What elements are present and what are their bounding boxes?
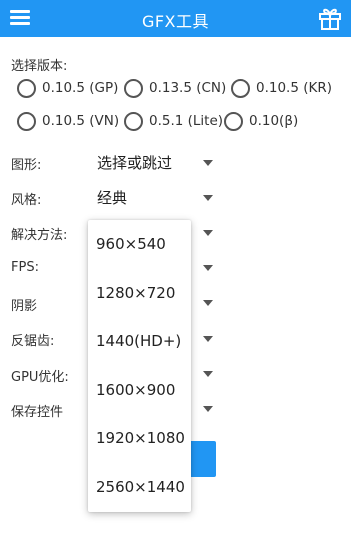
radio-label: 0.5.1 (Lite) bbox=[149, 113, 224, 129]
resolution-option[interactable]: 1280×720 bbox=[96, 284, 175, 302]
style-select[interactable]: 经典 bbox=[97, 187, 127, 208]
gpu-label: GPU优化: bbox=[11, 370, 69, 385]
radio-label: 0.10.5 (VN) bbox=[42, 113, 120, 129]
version-radio-cn[interactable]: 0.13.5 (CN) bbox=[124, 77, 226, 99]
radio-label: 0.10.5 (KR) bbox=[256, 80, 332, 96]
version-radio-gp[interactable]: 0.10.5 (GP) bbox=[17, 77, 118, 99]
radio-label: 0.10(β) bbox=[249, 113, 299, 129]
radio-label: 0.10.5 (GP) bbox=[42, 80, 119, 96]
graphics-select[interactable]: 选择或跳过 bbox=[97, 152, 172, 173]
resolution-dropdown-icon[interactable] bbox=[203, 230, 213, 236]
save-controls-label: 保存控件 bbox=[11, 405, 64, 420]
fps-label: FPS: bbox=[11, 260, 39, 275]
graphics-dropdown-icon[interactable] bbox=[203, 160, 213, 166]
radio-circle[interactable] bbox=[124, 111, 143, 131]
radio-circle[interactable] bbox=[17, 111, 36, 131]
app-bar: GFX工具 bbox=[0, 0, 351, 37]
resolution-option[interactable]: 960×540 bbox=[96, 235, 166, 253]
resolution-option[interactable]: 1440(HD+) bbox=[96, 332, 181, 350]
resolution-dropdown-menu: 960×540 1280×720 1440(HD+) 1600×900 1920… bbox=[88, 220, 191, 512]
app-title: GFX工具 bbox=[141, 12, 210, 31]
gift-icon[interactable] bbox=[317, 5, 343, 31]
graphics-label: 图形: bbox=[11, 158, 42, 173]
radio-circle[interactable] bbox=[231, 78, 250, 98]
radio-label: 0.13.5 (CN) bbox=[149, 80, 227, 96]
radio-circle[interactable] bbox=[17, 78, 36, 98]
fps-dropdown-icon[interactable] bbox=[203, 265, 213, 271]
version-radio-kr[interactable]: 0.10.5 (KR) bbox=[231, 77, 332, 99]
save-controls-dropdown-icon[interactable] bbox=[203, 406, 213, 412]
version-label: 选择版本: bbox=[11, 59, 68, 74]
resolution-option[interactable]: 1920×1080 bbox=[96, 429, 185, 447]
shadow-dropdown-icon[interactable] bbox=[203, 300, 213, 306]
antialias-label: 反锯齿: bbox=[11, 334, 55, 349]
resolution-label: 解决方法: bbox=[11, 228, 68, 243]
radio-circle[interactable] bbox=[124, 78, 143, 98]
resolution-option[interactable]: 1600×900 bbox=[96, 381, 175, 399]
antialias-dropdown-icon[interactable] bbox=[203, 336, 213, 342]
radio-circle[interactable] bbox=[224, 111, 243, 131]
style-dropdown-icon[interactable] bbox=[203, 195, 213, 201]
resolution-option[interactable]: 2560×1440 bbox=[96, 478, 185, 496]
version-radio-beta[interactable]: 0.10(β) bbox=[224, 110, 298, 132]
gpu-dropdown-icon[interactable] bbox=[203, 371, 213, 377]
shadow-label: 阴影 bbox=[11, 299, 38, 314]
style-label: 风格: bbox=[11, 193, 42, 208]
version-radio-lite[interactable]: 0.5.1 (Lite) bbox=[124, 110, 223, 132]
version-radio-vn[interactable]: 0.10.5 (VN) bbox=[17, 110, 119, 132]
